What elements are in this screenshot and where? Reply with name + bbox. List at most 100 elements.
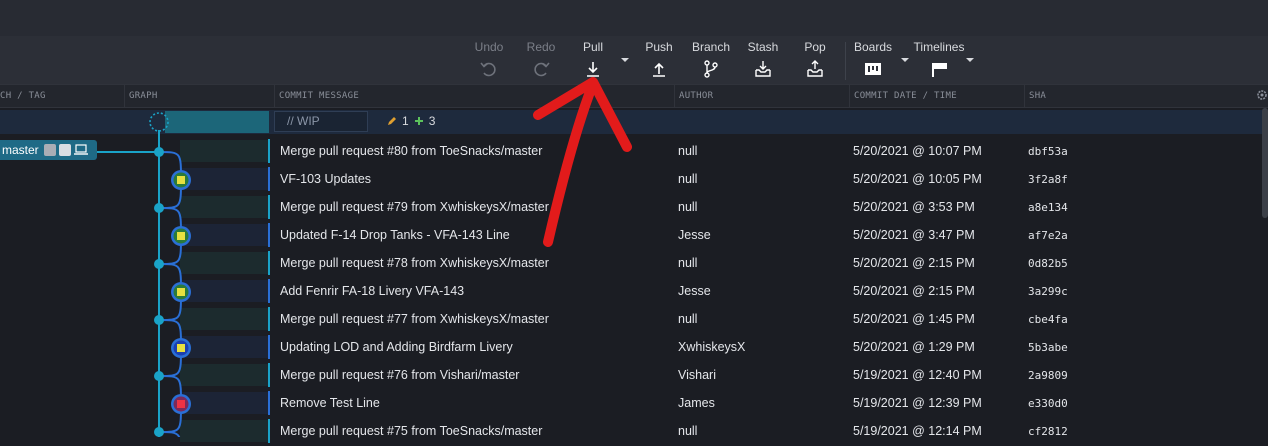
commit-message: Add Fenrir FA-18 Livery VFA-143 (280, 284, 465, 298)
commit-message: Merge pull request #76 from Vishari/mast… (280, 368, 520, 382)
graph-row-highlight (180, 280, 268, 302)
toolbar (0, 36, 1268, 84)
pencil-icon (388, 117, 396, 125)
commit-sha: e330d0 (1028, 397, 1068, 410)
push-icon (653, 62, 665, 77)
lane-color-bar (268, 139, 270, 163)
avatar (43, 144, 56, 156)
boards-label: Boards (853, 40, 893, 54)
boards-options-caret-icon[interactable] (900, 56, 910, 64)
column-divider[interactable] (849, 84, 850, 108)
lane-color-bar (268, 195, 270, 219)
commit-row[interactable]: Merge pull request #75 from ToeSnacks/ma… (0, 418, 1268, 446)
column-divider[interactable] (274, 84, 275, 108)
commit-sha: 5b3abe (1028, 341, 1068, 354)
wip-graph-highlight (165, 111, 269, 133)
graph-row-highlight (180, 308, 268, 330)
commit-date: 5/20/2021 @ 10:07 PM (853, 144, 982, 158)
commit-row[interactable]: Merge pull request #78 from XwhiskeysX/m… (0, 250, 1268, 278)
branch-icon (704, 60, 718, 78)
commit-message: Merge pull request #75 from ToeSnacks/ma… (280, 424, 543, 438)
wip-placeholder: // WIP (287, 114, 320, 128)
commit-message: Merge pull request #80 from ToeSnacks/ma… (280, 144, 543, 158)
commit-author: Vishari (678, 368, 716, 382)
graph-row-highlight (180, 420, 268, 442)
header-graph[interactable]: GRAPH (129, 91, 158, 101)
commit-row[interactable]: Merge pull request #76 from Vishari/mast… (0, 362, 1268, 390)
column-divider[interactable] (124, 84, 125, 108)
commit-sha: cf2812 (1028, 425, 1068, 438)
boards-button[interactable]: Boards (850, 40, 896, 79)
commit-author: null (678, 172, 698, 186)
undo-button[interactable]: Undo (466, 40, 512, 79)
push-label: Push (645, 40, 673, 54)
computer-icon (73, 144, 88, 155)
lane-color-bar (268, 307, 270, 331)
commit-row[interactable]: Merge pull request #77 from XwhiskeysX/m… (0, 306, 1268, 334)
commit-row[interactable]: Add Fenrir FA-18 Livery VFA-143 Jesse 5/20… (0, 278, 1268, 306)
commit-sha: 0d82b5 (1028, 257, 1068, 270)
graph-row-highlight (180, 252, 268, 274)
column-divider[interactable] (674, 84, 675, 108)
branch-tag-master[interactable]: master (0, 140, 97, 160)
scrollbar[interactable] (1262, 108, 1268, 218)
commit-message: Updated F-14 Drop Tanks - VFA-143 Line (280, 228, 510, 242)
gear-icon[interactable] (1256, 89, 1268, 101)
push-button[interactable]: Push (636, 40, 682, 79)
boards-icon (865, 63, 881, 75)
commit-message: Merge pull request #78 from XwhiskeysX/m… (280, 256, 549, 270)
pull-options-caret-icon[interactable] (620, 56, 630, 64)
header-branch-tag[interactable]: CH / TAG (0, 91, 46, 101)
branch-label: Branch (691, 40, 731, 54)
commit-message: Merge pull request #77 from XwhiskeysX/m… (280, 312, 549, 326)
graph-row-highlight (180, 140, 268, 162)
commit-author: XwhiskeysX (678, 340, 746, 354)
lane-color-bar (268, 391, 270, 415)
commit-row[interactable]: Updated F-14 Drop Tanks - VFA-143 Line Je… (0, 222, 1268, 250)
lane-color-bar (268, 223, 270, 247)
commit-row[interactable]: Remove Test Line James 5/19/2021 @ 12:39 P… (0, 390, 1268, 418)
redo-icon (534, 62, 550, 77)
redo-button[interactable]: Redo (518, 40, 564, 79)
commit-row[interactable]: Merge pull request #79 from XwhiskeysX/m… (0, 194, 1268, 222)
pop-button[interactable]: Pop (792, 40, 838, 79)
column-headers: CH / TAG GRAPH COMMIT MESSAGE AUTHOR COM… (0, 84, 1268, 108)
commit-date: 5/19/2021 @ 12:40 PM (853, 368, 982, 382)
commit-date: 5/20/2021 @ 1:29 PM (853, 340, 975, 354)
wip-change-stats: 1 3 (386, 114, 435, 128)
commit-author: null (678, 424, 698, 438)
graph-row-highlight (180, 196, 268, 218)
undo-label: Undo (474, 40, 504, 54)
commit-row[interactable]: Updating LOD and Adding Birdfarm Livery X… (0, 334, 1268, 362)
commit-sha: 3f2a8f (1028, 173, 1068, 186)
commit-row[interactable]: Merge pull request #80 from ToeSnacks/ma… (0, 138, 1268, 166)
commit-row[interactable]: VF-103 Updates null 5/20/2021 @ 10:05 PM 3f… (0, 166, 1268, 194)
graph-row-highlight (180, 364, 268, 386)
column-divider[interactable] (1024, 84, 1025, 108)
header-sha[interactable]: SHA (1029, 91, 1046, 101)
branch-name: master (2, 143, 39, 157)
timelines-button[interactable]: Timelines (914, 40, 964, 79)
branch-button[interactable]: Branch (688, 40, 734, 79)
commit-sha: 2a9809 (1028, 369, 1068, 382)
timelines-icon (932, 63, 947, 77)
header-commit-message[interactable]: COMMIT MESSAGE (279, 91, 359, 101)
header-commit-date[interactable]: COMMIT DATE / TIME (854, 91, 957, 101)
redo-label: Redo (526, 40, 556, 54)
commit-message: Updating LOD and Adding Birdfarm Livery (280, 340, 513, 354)
graph-row-highlight (180, 392, 268, 414)
header-author[interactable]: AUTHOR (679, 91, 713, 101)
stash-icon (755, 61, 771, 77)
commit-author: null (678, 144, 698, 158)
pull-button[interactable]: Pull (570, 40, 616, 79)
stash-button[interactable]: Stash (740, 40, 786, 79)
wip-summary-input[interactable]: // WIP (274, 111, 368, 132)
timelines-options-caret-icon[interactable] (965, 56, 975, 64)
commit-author: null (678, 256, 698, 270)
modified-count: 1 (402, 114, 409, 128)
lane-color-bar (268, 335, 270, 359)
commit-sha: 3a299c (1028, 285, 1068, 298)
commit-date: 5/20/2021 @ 1:45 PM (853, 312, 975, 326)
graph-row-highlight (180, 168, 268, 190)
avatar (58, 144, 71, 156)
